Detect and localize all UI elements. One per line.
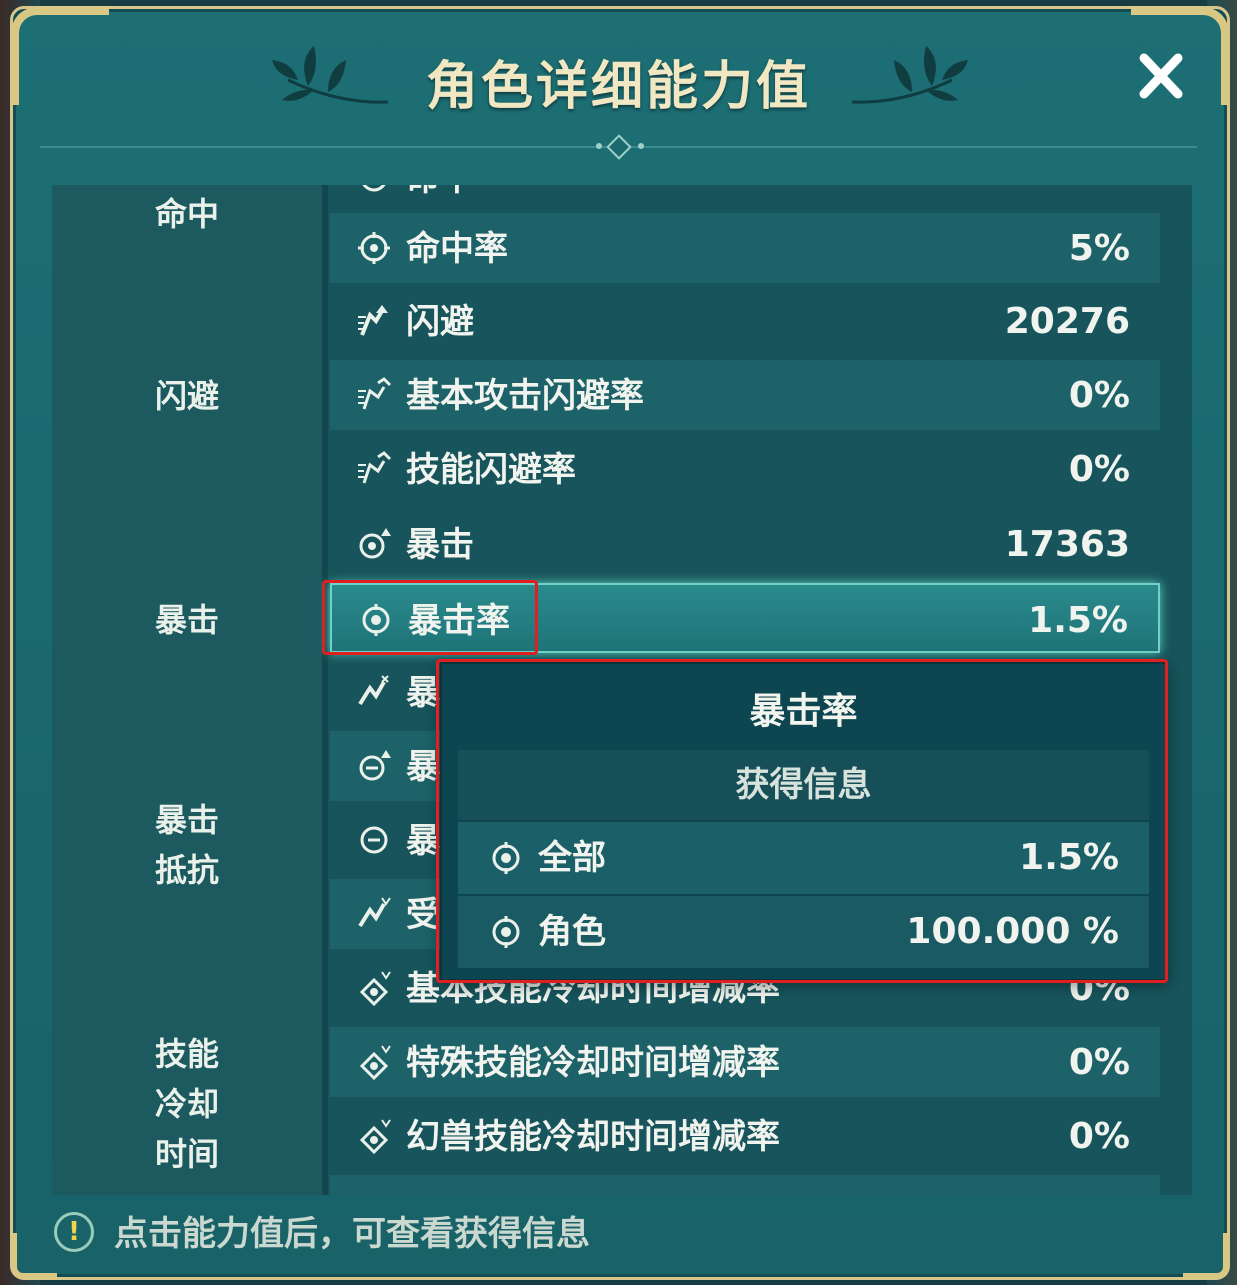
- close-button[interactable]: [1130, 46, 1190, 106]
- crit-resist-icon: [360, 826, 388, 854]
- crit-resist-up-icon: [359, 750, 391, 781]
- group-label: 冷却: [154, 1085, 219, 1123]
- footer-hint-text: 点击能力值后，可查看获得信息: [114, 1214, 590, 1254]
- stat-row-hit-rate[interactable]: 命中率 5%: [330, 213, 1160, 283]
- stat-row-hit[interactable]: 命中: [330, 185, 1160, 213]
- crit-up-icon: [359, 528, 391, 559]
- stat-label: 受: [406, 895, 440, 935]
- stat-label: 幻兽技能冷却时间增减率: [406, 1117, 780, 1157]
- stat-label: 特殊技能冷却时间增减率: [406, 1043, 780, 1083]
- target-icon: [358, 232, 390, 264]
- stat-label: 闪避: [406, 302, 474, 342]
- stat-label: 命中: [406, 185, 474, 215]
- crit-taken-icon: [358, 897, 391, 928]
- stat-value: 5%: [1068, 228, 1130, 269]
- group-label: 闪避: [154, 377, 219, 415]
- stat-row-crit[interactable]: 暴击 17363: [330, 509, 1160, 579]
- group-cooldown: 技能 冷却 时间: [52, 951, 322, 1195]
- cooldown-beast-icon: [359, 1119, 391, 1154]
- group-dodge: 闪避: [52, 285, 322, 510]
- panel-title: 角色详细能力值: [425, 57, 811, 117]
- stat-row-skill-dodge-rate[interactable]: 技能闪避率 0%: [330, 434, 1160, 504]
- hit-icon: [362, 185, 386, 192]
- stat-label: 命中率: [406, 229, 508, 269]
- stat-row-dodge[interactable]: 闪避 20276: [330, 286, 1160, 356]
- footer-hint-bar: ! 点击能力值后，可查看获得信息: [52, 1196, 1192, 1272]
- column-divider: [322, 185, 328, 1195]
- divider-dot: [596, 143, 602, 149]
- stat-label: 暴: [406, 821, 440, 861]
- group-label: 命中: [154, 195, 219, 233]
- group-label: 暴击: [154, 601, 219, 639]
- group-label: 时间: [154, 1135, 219, 1173]
- stat-value: 0%: [1068, 449, 1130, 490]
- highlight-box-crit-rate: [322, 580, 538, 655]
- stat-label: 暴: [406, 673, 440, 713]
- dodge-icon: [358, 377, 392, 410]
- stat-value: 20276: [1004, 301, 1130, 342]
- stat-row-basic-dodge-rate[interactable]: 基本攻击闪避率 0%: [330, 360, 1160, 430]
- stat-value: 0%: [1068, 1116, 1130, 1157]
- cooldown-icon: [359, 971, 391, 1006]
- stat-row-partial: [330, 1175, 1160, 1195]
- dodge-up-icon: [358, 305, 388, 336]
- group-crit: 暴击: [52, 507, 322, 732]
- stat-value: 1.5%: [1028, 600, 1128, 641]
- stat-value: 0%: [1068, 1042, 1130, 1083]
- stat-row-special-skill-cooldown[interactable]: 特殊技能冷却时间增减率 0%: [330, 1027, 1160, 1097]
- highlight-box-tooltip: [436, 659, 1168, 983]
- stat-row-beast-skill-cooldown[interactable]: 幻兽技能冷却时间增减率 0%: [330, 1101, 1160, 1171]
- stat-value: 17363: [1004, 524, 1130, 565]
- group-label: 抵抗: [154, 851, 219, 889]
- group-label: 暴击: [154, 801, 219, 839]
- stat-label: 暴: [406, 747, 440, 787]
- group-hit: 命中: [52, 185, 322, 288]
- group-crit-resist: 暴击 抵抗: [52, 729, 322, 954]
- stat-value: 0%: [1068, 375, 1130, 416]
- stat-label: 基本攻击闪避率: [406, 376, 644, 416]
- group-label: 技能: [154, 1035, 219, 1073]
- cooldown-special-icon: [359, 1045, 391, 1080]
- stat-label: 技能闪避率: [406, 450, 576, 490]
- dodge-icon: [358, 451, 392, 484]
- crit-dmg-icon: [358, 675, 389, 706]
- exclamation-icon: !: [54, 1212, 94, 1252]
- divider-dot: [638, 143, 644, 149]
- corner-ornament: [11, 1233, 57, 1279]
- stat-label: 暴击: [406, 525, 474, 565]
